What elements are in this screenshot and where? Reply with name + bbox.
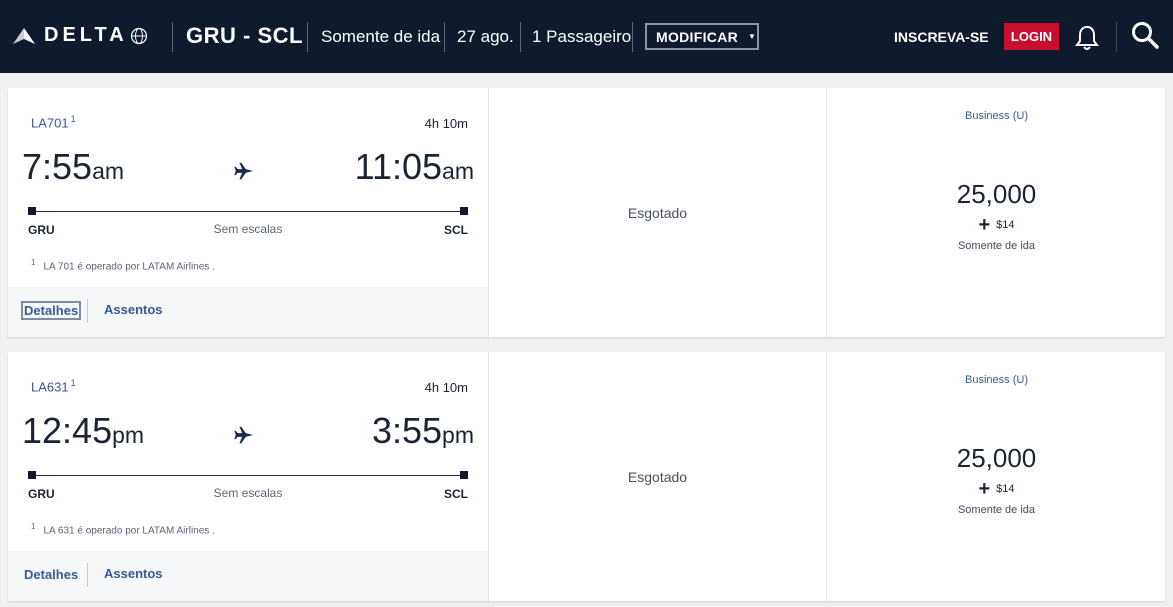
search-icon[interactable] (1130, 20, 1160, 50)
route-line (32, 211, 464, 212)
header-divider (307, 22, 308, 52)
header-divider (520, 22, 521, 52)
globe-icon (130, 27, 147, 44)
departure-time: 12:45pm (22, 410, 144, 452)
flight-number-text: LA631 (31, 379, 69, 395)
flight-actions: Detalhes Assentos (8, 551, 488, 601)
bell-icon[interactable] (1074, 24, 1100, 52)
destination-airport: SCL (444, 487, 468, 501)
header-divider (172, 22, 173, 52)
trip-label: Somente de ida (957, 240, 1036, 252)
footnote-marker: 1 (70, 114, 76, 124)
flight-card: LA701 1 4h 10m 7:55am 11:05am GRU Sem esc… (8, 88, 1165, 337)
flight-duration: 4h 10m (424, 380, 468, 395)
route-line (32, 475, 464, 476)
departure-time: 7:55am (22, 146, 124, 188)
fee-amount: + $14 (827, 214, 1166, 237)
destination-airport: SCL (444, 223, 468, 237)
fare-status-cell: Esgotado (488, 88, 826, 337)
flight-actions: Detalhes Assentos (8, 287, 488, 337)
departure-ampm: am (92, 158, 125, 184)
plus-icon: + (978, 478, 991, 500)
destination-marker (460, 471, 468, 479)
route-title: GRU - SCL (186, 23, 303, 48)
airplane-icon (234, 426, 254, 444)
operator-note-text: LA 701 é operado por LATAM Airlines . (43, 261, 215, 273)
fee-value: $14 (996, 219, 1015, 231)
footnote-marker: 1 (31, 258, 36, 267)
travel-date: 27 ago. (457, 27, 514, 46)
arrival-time: 3:55pm (372, 410, 474, 452)
details-link[interactable]: Detalhes (22, 566, 80, 583)
footnote-marker: 1 (70, 378, 76, 388)
arrival-time-value: 11:05 (354, 146, 443, 187)
fare-price-cell[interactable]: Business (U) 25,000 + $14 Somente de ida (826, 352, 1165, 601)
flight-number[interactable]: LA631 1 (31, 378, 76, 394)
flight-info: LA631 1 4h 10m 12:45pm 3:55pm GRU Sem esc… (8, 352, 488, 601)
stops-info: Sem escalas (213, 486, 283, 500)
seats-link[interactable]: Assentos (104, 566, 163, 581)
flight-duration: 4h 10m (424, 116, 468, 131)
departure-time-value: 12:45 (22, 410, 113, 451)
caret-down-icon: ▼ (748, 32, 757, 41)
passenger-count: 1 Passageiro (532, 27, 632, 46)
details-link[interactable]: Detalhes (20, 301, 82, 320)
flight-number[interactable]: LA701 1 (31, 114, 76, 130)
login-button[interactable]: LOGIN (1004, 23, 1059, 50)
logo-text: DELTA (44, 24, 128, 46)
departure-ampm: pm (112, 422, 145, 448)
miles-price: 25,000 (956, 179, 1037, 209)
fare-price-cell[interactable]: Business (U) 25,000 + $14 Somente de ida (826, 88, 1165, 337)
flight-number-text: LA701 (31, 115, 69, 131)
actions-divider (87, 299, 88, 323)
fee-amount: + $14 (827, 478, 1166, 501)
fee-value: $14 (996, 483, 1015, 495)
origin-marker (28, 207, 36, 215)
airplane-icon (234, 162, 254, 180)
operator-note: 1 LA 631 é operado por LATAM Airlines . (31, 522, 215, 536)
operator-note-text: LA 631 é operado por LATAM Airlines . (43, 525, 215, 537)
top-header: DELTA GRU - SCL Somente de ida 27 ago. 1… (0, 0, 1173, 73)
header-divider (632, 22, 633, 52)
sold-out-label: Esgotado (627, 468, 688, 485)
footnote-marker: 1 (31, 522, 36, 531)
arrival-ampm: am (442, 158, 474, 184)
delta-logo[interactable]: DELTA (12, 24, 148, 47)
signup-link[interactable]: INSCREVA-SE (894, 29, 989, 45)
origin-marker (28, 471, 36, 479)
operator-note: 1 LA 701 é operado por LATAM Airlines . (31, 258, 215, 272)
seats-link[interactable]: Assentos (104, 302, 163, 317)
destination-marker (460, 207, 468, 215)
sold-out-label: Esgotado (627, 204, 688, 221)
header-divider (1116, 22, 1117, 52)
delta-widget-icon (13, 27, 35, 44)
arrival-time-value: 3:55 (371, 410, 443, 451)
cabin-class: Business (U) (965, 374, 1028, 386)
actions-divider (87, 563, 88, 587)
flight-info: LA701 1 4h 10m 7:55am 11:05am GRU Sem esc… (8, 88, 488, 337)
fare-status-cell: Esgotado (488, 352, 826, 601)
arrival-ampm: pm (442, 422, 474, 448)
modify-label: MODIFICAR (656, 28, 739, 45)
plus-icon: + (978, 214, 991, 236)
header-divider (444, 22, 445, 52)
flight-card: LA631 1 4h 10m 12:45pm 3:55pm GRU Sem esc… (8, 352, 1165, 601)
stops-info: Sem escalas (213, 222, 283, 236)
trip-type: Somente de ida (321, 27, 441, 46)
arrival-time: 11:05am (355, 146, 474, 188)
modify-search-button[interactable]: MODIFICAR ▼ (645, 23, 759, 50)
miles-price: 25,000 (956, 443, 1037, 473)
trip-label: Somente de ida (957, 504, 1036, 516)
cabin-class: Business (U) (965, 110, 1028, 122)
departure-time-value: 7:55 (22, 146, 93, 187)
